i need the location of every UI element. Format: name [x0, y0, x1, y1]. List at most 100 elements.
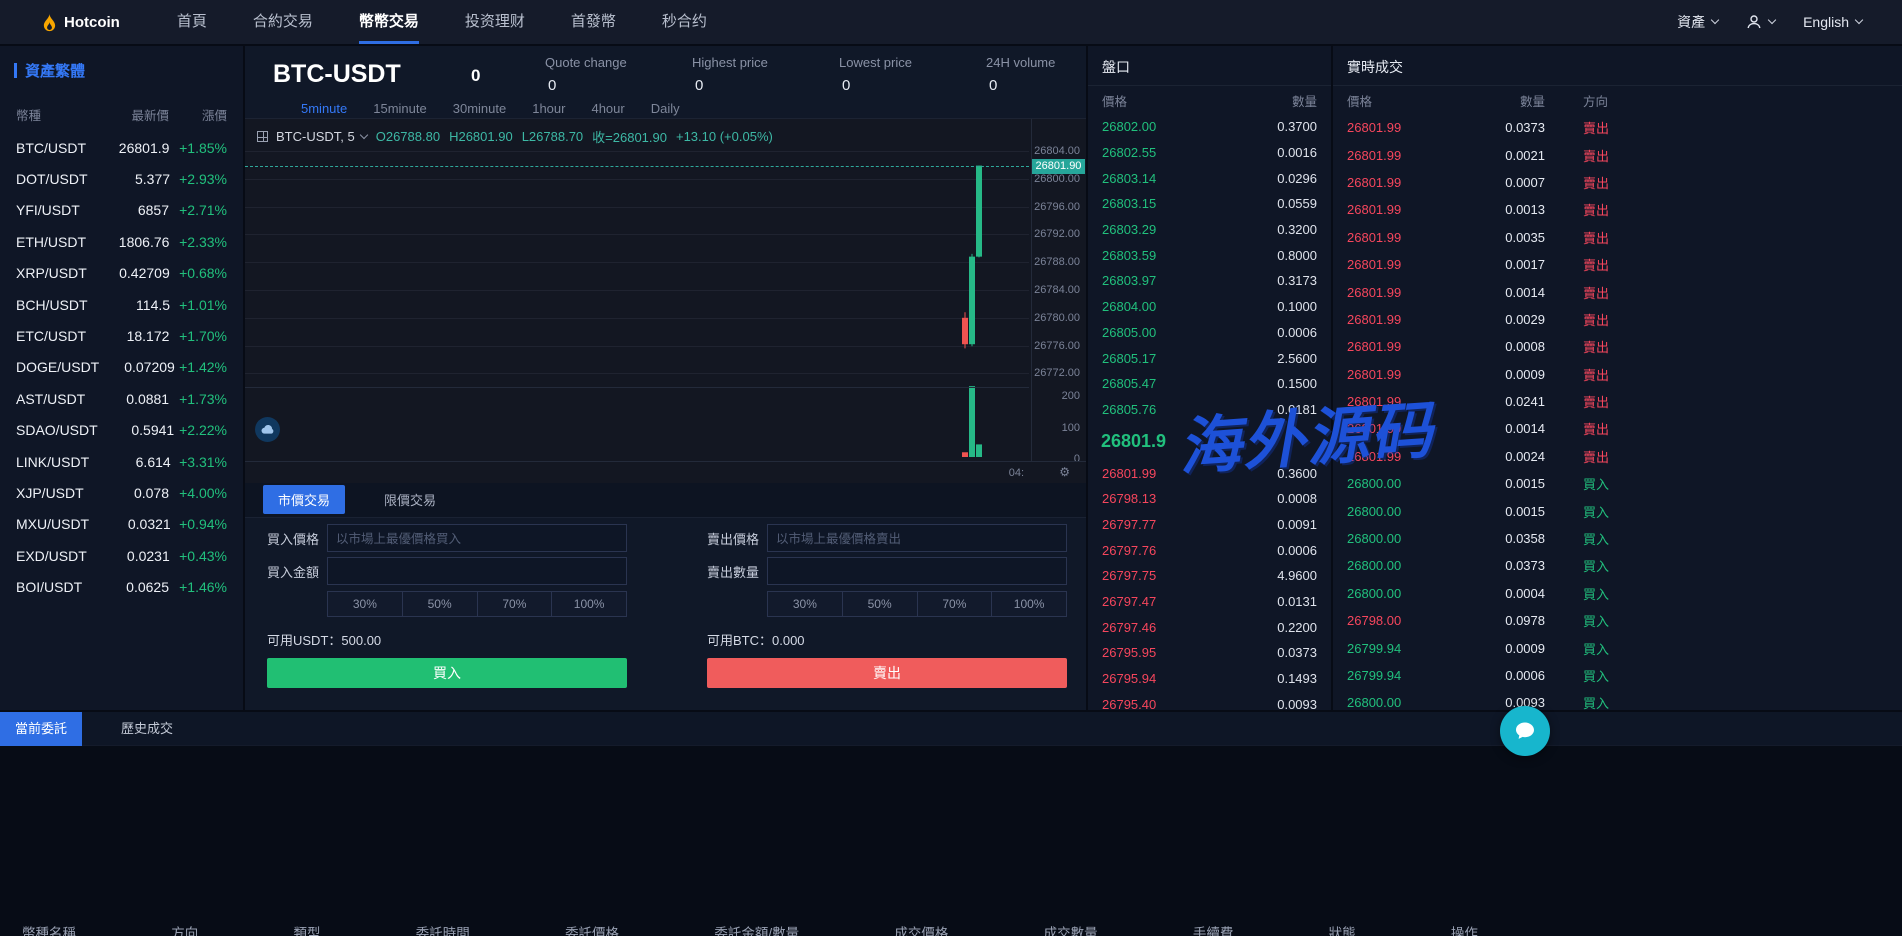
timeframe-tab[interactable]: 4hour	[591, 101, 624, 116]
market-list-row[interactable]: ETC/USDT 18.172 +1.70%	[0, 320, 243, 351]
legend-symbol[interactable]: BTC-USDT, 5	[276, 129, 355, 144]
nav-item[interactable]: 首發幣	[548, 0, 639, 44]
orderbook-row[interactable]: 26802.55 0.0016	[1088, 140, 1331, 166]
orders-tab[interactable]: 當前委託	[0, 712, 83, 746]
orderbook-row[interactable]: 26805.00 0.0006	[1088, 320, 1331, 346]
change-percent: +1.73%	[179, 390, 227, 407]
orderbook-row[interactable]: 26802.00 0.3700	[1088, 114, 1331, 140]
volume-axis-label: 100	[1061, 421, 1080, 434]
market-list-row[interactable]: YFI/USDT 6857 +2.71%	[0, 195, 243, 226]
nav-item[interactable]: 投资理财	[442, 0, 548, 44]
percent-button[interactable]: 50%	[842, 591, 918, 617]
orderbook-row[interactable]: 26803.29 0.3200	[1088, 217, 1331, 243]
navbar-right: 資產 English	[1677, 12, 1864, 32]
percent-button[interactable]: 70%	[477, 591, 553, 617]
orderbook-row[interactable]: 26804.00 0.1000	[1088, 294, 1331, 320]
orderbook-row[interactable]: 26805.76 0.0181	[1088, 397, 1331, 423]
percent-button[interactable]: 100%	[552, 591, 627, 617]
orderbook-row[interactable]: 26797.76 0.0006	[1088, 537, 1331, 563]
last-price-value: 0	[471, 66, 481, 85]
buy-price-input[interactable]	[327, 524, 627, 552]
brand[interactable]: Hotcoin	[42, 12, 120, 32]
trade-side: 賣出	[1583, 175, 1610, 191]
timeframe-tab[interactable]: 15minute	[373, 101, 426, 116]
market-list-row[interactable]: BCH/USDT 114.5 +1.01%	[0, 289, 243, 320]
orderbook-row[interactable]: 26803.15 0.0559	[1088, 191, 1331, 217]
orderbook-row[interactable]: 26805.17 2.5600	[1088, 345, 1331, 371]
orderbook-row[interactable]: 26797.46 0.2200	[1088, 614, 1331, 640]
nav-item[interactable]: 首頁	[154, 0, 230, 44]
market-list-row[interactable]: MXU/USDT 0.0321 +0.94%	[0, 509, 243, 540]
order-type-tab[interactable]: 市價交易	[263, 485, 346, 514]
orderbook-price: 26802.55	[1102, 145, 1157, 161]
timeframe-tab[interactable]: 1hour	[532, 101, 565, 116]
percent-button[interactable]: 30%	[327, 591, 403, 617]
orderbook-row[interactable]: 26803.97 0.3173	[1088, 268, 1331, 294]
candlestick-chart[interactable]: BTC-USDT, 5 O26788.80 H26801.90 L26788.7…	[245, 118, 1086, 483]
orderbook-row[interactable]: 26795.40 0.0093	[1088, 691, 1331, 710]
percent-button[interactable]: 70%	[917, 591, 993, 617]
trade-price: 26801.99	[1347, 202, 1402, 218]
market-list-row[interactable]: XJP/USDT 0.078 +4.00%	[0, 477, 243, 508]
buy-button[interactable]: 買入	[267, 658, 627, 688]
chart-settings-gear-icon[interactable]: ⚙	[1059, 465, 1070, 479]
orderbook-row[interactable]: 26801.99 0.3600	[1088, 460, 1331, 486]
chart-vendor-logo-button[interactable]	[255, 417, 280, 442]
hotcoin-flame-icon	[43, 12, 56, 31]
orderbook-row[interactable]: 26803.14 0.0296	[1088, 165, 1331, 191]
timeframe-tab[interactable]: 30minute	[453, 101, 506, 116]
orderbook-price: 26802.00	[1102, 119, 1157, 135]
col-qty: 數量	[1519, 94, 1545, 109]
chart-style-icon[interactable]	[257, 131, 268, 142]
market-list-row[interactable]: BTC/USDT 26801.9 +1.85%	[0, 132, 243, 163]
trade-price: 26801.99	[1347, 448, 1402, 464]
orderbook-price: 26803.15	[1102, 196, 1157, 212]
nav-item[interactable]: 秒合约	[639, 0, 730, 44]
percent-button[interactable]: 30%	[767, 591, 843, 617]
orderbook-row[interactable]: 26797.75 4.9600	[1088, 563, 1331, 589]
orders-table-column: 手續費	[1192, 926, 1234, 936]
market-list-row[interactable]: DOGE/USDT 0.07209 +1.42%	[0, 352, 243, 383]
orderbook-row[interactable]: 26797.77 0.0091	[1088, 512, 1331, 538]
trade-price: 26801.99	[1347, 257, 1402, 273]
sell-button[interactable]: 賣出	[707, 658, 1067, 688]
orderbook-row[interactable]: 26803.59 0.8000	[1088, 242, 1331, 268]
buy-amount-input[interactable]	[327, 557, 627, 585]
market-list-row[interactable]: AST/USDT 0.0881 +1.73%	[0, 383, 243, 414]
col-price: 價格	[1347, 94, 1373, 109]
chevron-down-icon[interactable]	[359, 130, 368, 139]
percent-button[interactable]: 50%	[402, 591, 478, 617]
sell-percent-group: 30% 50% 70% 100%	[767, 591, 1067, 617]
orderbook-row[interactable]: 26798.13 0.0008	[1088, 486, 1331, 512]
sell-amount-input[interactable]	[767, 557, 1067, 585]
nav-item[interactable]: 幣幣交易	[336, 0, 442, 44]
language-menu[interactable]: English	[1803, 14, 1864, 30]
market-list-row[interactable]: DOT/USDT 5.377 +2.93%	[0, 163, 243, 194]
orderbook-row[interactable]: 26795.94 0.1493	[1088, 666, 1331, 692]
order-type-tab[interactable]: 限價交易	[369, 485, 451, 514]
orderbook-row[interactable]: 26805.47 0.1500	[1088, 371, 1331, 397]
market-list-row[interactable]: BOI/USDT 0.0625 +1.46%	[0, 571, 243, 602]
market-list-row[interactable]: ETH/USDT 1806.76 +2.33%	[0, 226, 243, 257]
sell-price-input[interactable]	[767, 524, 1067, 552]
percent-button[interactable]: 100%	[992, 591, 1067, 617]
user-menu[interactable]	[1746, 14, 1777, 30]
market-list-row[interactable]: EXD/USDT 0.0231 +0.43%	[0, 540, 243, 571]
change-percent: +0.68%	[179, 265, 227, 282]
nav-item[interactable]: 合約交易	[230, 0, 336, 44]
timeframe-tab[interactable]: Daily	[651, 101, 680, 116]
orderbook-row[interactable]: 26795.95 0.0373	[1088, 640, 1331, 666]
market-list-row[interactable]: LINK/USDT 6.614 +3.31%	[0, 446, 243, 477]
timeframe-tab[interactable]: 5minute	[301, 101, 347, 116]
chat-support-button[interactable]	[1500, 706, 1550, 756]
orderbook-price: 26795.95	[1102, 645, 1157, 661]
assets-menu[interactable]: 資產	[1677, 12, 1720, 32]
time-axis-label: 04:	[1008, 467, 1024, 479]
market-list-row[interactable]: XRP/USDT 0.42709 +0.68%	[0, 258, 243, 289]
market-list-row[interactable]: SDAO/USDT 0.5941 +2.22%	[0, 415, 243, 446]
trade-qty: 0.0017	[1505, 257, 1545, 273]
orderbook-qty: 4.9600	[1277, 568, 1317, 584]
change-percent: +1.70%	[179, 328, 227, 345]
orderbook-row[interactable]: 26797.47 0.0131	[1088, 589, 1331, 615]
orders-tab[interactable]: 歷史成交	[106, 712, 188, 746]
